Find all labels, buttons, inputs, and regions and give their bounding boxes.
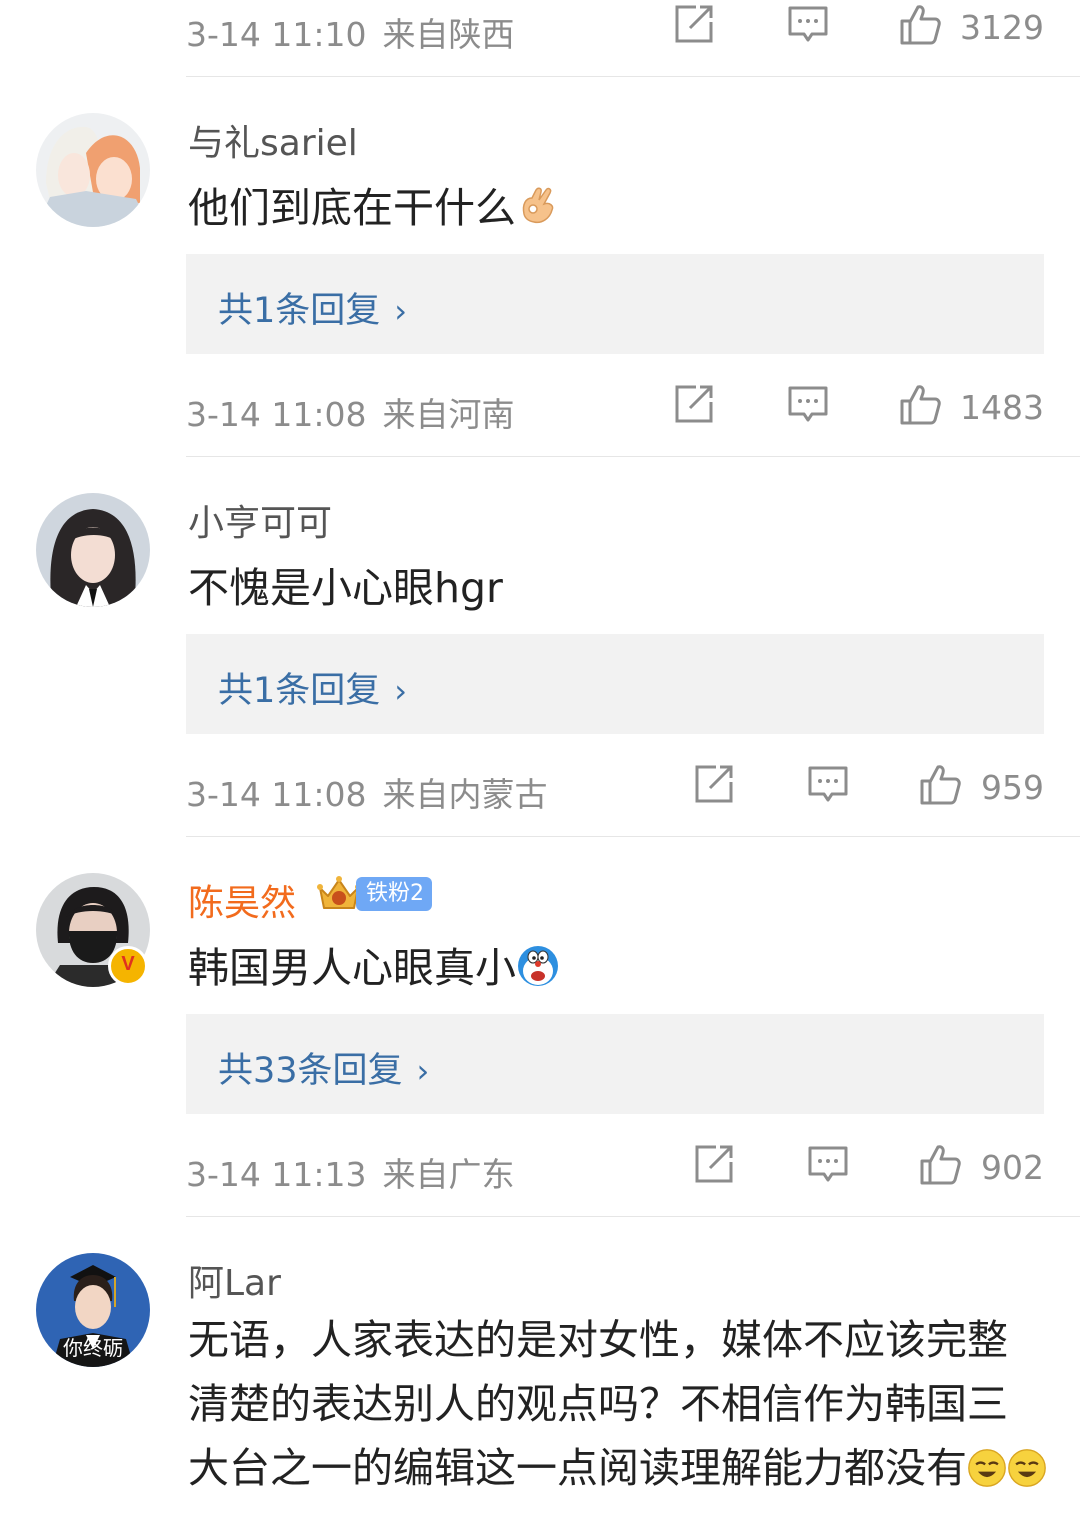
thumbs-up-icon[interactable] <box>918 1142 962 1186</box>
username[interactable]: 阿Lar <box>188 1254 281 1306</box>
comment-meta: 3-14 11:10 来自陕西 3129 <box>186 0 1044 60</box>
ok-hand-emoji-icon <box>522 187 554 224</box>
reply-box[interactable]: 共1条回复 › <box>186 634 1044 734</box>
location: 来自内蒙古 <box>382 775 548 814</box>
divider <box>186 1216 1080 1217</box>
comment-text: 他们到底在干什么 <box>188 184 516 232</box>
divider <box>186 456 1080 457</box>
comment-content: 他们到底在干什么 <box>188 174 560 234</box>
like-count: 959 <box>981 768 1044 807</box>
username[interactable]: 小亨可可 <box>188 494 332 546</box>
thumbs-up-icon[interactable] <box>918 762 962 806</box>
reply-count-label: 共1条回复 <box>218 291 381 331</box>
view-replies-link[interactable]: 共33条回复 › <box>218 1042 429 1093</box>
avatar[interactable]: 你终砺 <box>36 1253 150 1367</box>
chevron-right-icon: › <box>394 292 408 330</box>
comment-meta: 3-14 11:08 来自河南 1483 <box>186 380 1044 440</box>
share-icon[interactable] <box>692 1142 736 1186</box>
verified-badge-icon: V <box>108 946 148 986</box>
avatar-caption: 你终砺 <box>63 1336 123 1360</box>
comment-meta-text: 3-14 11:08 来自内蒙古 <box>186 768 548 816</box>
comment-icon[interactable] <box>806 762 850 806</box>
comment-meta-text: 3-14 11:08 来自河南 <box>186 388 515 436</box>
avatar[interactable] <box>36 493 150 607</box>
comment-meta-text: 3-14 11:10 来自陕西 <box>186 8 515 56</box>
comment-text: 无语，人家表达的是对女性，媒体不应该完整清楚的表达别人的观点吗？不相信作为韩国三… <box>188 1316 1008 1492</box>
chevron-right-icon: › <box>394 672 408 710</box>
tears-of-joy-emoji-icon <box>968 1449 1006 1487</box>
reply-count-label: 共33条回复 <box>218 1051 403 1091</box>
comment-text: 不愧是小心眼hgr <box>188 564 503 612</box>
comment-meta-text: 3-14 11:13 来自广东 <box>186 1148 515 1196</box>
like-count: 902 <box>981 1148 1044 1187</box>
reply-count-label: 共1条回复 <box>218 671 381 711</box>
view-replies-link[interactable]: 共1条回复 › <box>218 282 407 333</box>
comment-text: 韩国男人心眼真小 <box>188 944 516 992</box>
location: 来自陕西 <box>382 15 515 54</box>
avatar[interactable] <box>36 113 150 227</box>
comment-icon[interactable] <box>806 1142 850 1186</box>
username[interactable]: 陈昊然 <box>188 874 296 926</box>
like-count: 3129 <box>960 8 1044 47</box>
location: 来自广东 <box>382 1155 515 1194</box>
comment-icon[interactable] <box>786 382 830 426</box>
share-icon[interactable] <box>672 2 716 46</box>
username[interactable]: 与礼sariel <box>188 114 358 166</box>
comment-content: 无语，人家表达的是对女性，媒体不应该完整清楚的表达别人的观点吗？不相信作为韩国三… <box>188 1308 1048 1500</box>
comment-content: 不愧是小心眼hgr <box>188 554 503 614</box>
view-replies-link[interactable]: 共1条回复 › <box>218 662 407 713</box>
reply-box[interactable]: 共33条回复 › <box>186 1014 1044 1114</box>
share-icon[interactable] <box>692 762 736 806</box>
doraemon-emoji-icon <box>518 946 558 986</box>
comment-icon[interactable] <box>786 2 830 46</box>
share-icon[interactable] <box>672 382 716 426</box>
comment-meta: 3-14 11:13 来自广东 902 <box>186 1140 1044 1200</box>
divider <box>186 76 1080 77</box>
timestamp: 3-14 11:08 <box>186 775 367 814</box>
timestamp: 3-14 11:08 <box>186 395 367 434</box>
tears-of-joy-emoji-icon <box>1008 1449 1046 1487</box>
comment-content: 韩国男人心眼真小 <box>188 934 560 994</box>
location: 来自河南 <box>382 395 515 434</box>
fan-level-badge[interactable]: 铁粉2 <box>356 877 432 911</box>
reply-box[interactable]: 共1条回复 › <box>186 254 1044 354</box>
thumbs-up-icon[interactable] <box>898 382 942 426</box>
like-count: 1483 <box>960 388 1044 427</box>
divider <box>186 836 1080 837</box>
timestamp: 3-14 11:13 <box>186 1155 367 1194</box>
chevron-right-icon: › <box>416 1052 430 1090</box>
thumbs-up-icon[interactable] <box>898 2 942 46</box>
comment-meta: 3-14 11:08 来自内蒙古 959 <box>186 760 1044 820</box>
timestamp: 3-14 11:10 <box>186 15 367 54</box>
